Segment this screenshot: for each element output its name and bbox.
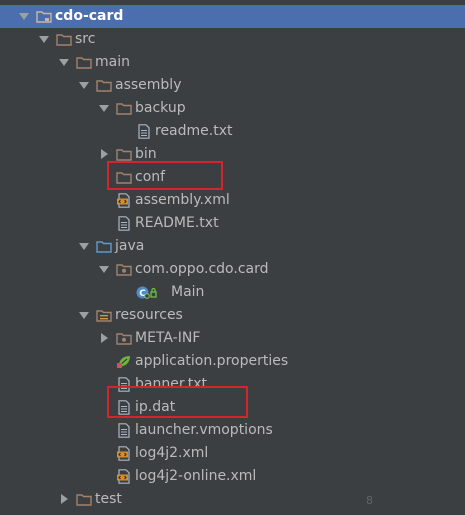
tree-node-label: META-INF [135,330,201,346]
tree-node-bin[interactable]: bin [0,143,465,166]
tree-node-com-oppo-cdo-card[interactable]: com.oppo.cdo.card [0,258,465,281]
source-folder-icon [96,239,112,254]
expand-arrow-icon[interactable] [38,28,50,51]
text-file-icon [116,216,132,231]
folder-icon [116,147,132,162]
tree-node-label: launcher.vmoptions [135,422,273,438]
tree-node-label: java [115,238,145,254]
collapse-arrow-icon[interactable] [98,327,110,350]
tree-node-label: readme.txt [155,123,233,139]
tree-node-label: main [95,54,130,70]
tree-node-assembly[interactable]: assembly [0,74,465,97]
folder-icon [76,492,92,507]
xml-file-icon [116,446,132,461]
tree-node-conf[interactable]: conf [0,166,465,189]
package-icon [116,262,132,277]
corner-mark: 8 [366,494,373,507]
expand-arrow-icon[interactable] [78,304,90,327]
tree-node-src[interactable]: src [0,28,465,51]
package-icon [116,331,132,346]
tree-node-assembly-xml[interactable]: assembly.xml [0,189,465,212]
collapse-arrow-icon[interactable] [58,488,70,511]
text-file-icon [136,124,152,139]
tree-node-label: README.txt [135,215,219,231]
tree-node-label: Main [171,284,205,300]
text-file-icon [116,423,132,438]
expand-arrow-icon[interactable] [78,235,90,258]
xml-file-icon [116,469,132,484]
project-tree: cdo-card src main assembly backup readme.txt b… [0,0,465,515]
module-folder-icon [36,9,52,24]
tree-node-label: test [95,491,122,507]
tree-node-launcher-vmoptions[interactable]: launcher.vmoptions [0,419,465,442]
tree-node-label: assembly.xml [135,192,230,208]
xml-file-icon [116,193,132,208]
tree-node-test[interactable]: test [0,488,465,511]
tree-node-label: backup [135,100,186,116]
annotation-box-conf [107,161,223,190]
resources-folder-icon [96,308,112,323]
folder-icon [56,32,72,47]
tree-node-application-properties[interactable]: application.properties [0,350,465,373]
tree-node-readme-txt[interactable]: README.txt [0,212,465,235]
tree-node-label: cdo-card [55,8,124,24]
tree-node-log4j2-xml[interactable]: log4j2.xml [0,442,465,465]
tree-node-readme-txt[interactable]: readme.txt [0,120,465,143]
tree-node-main[interactable]: main [0,51,465,74]
expand-arrow-icon[interactable] [98,97,110,120]
tree-node-resources[interactable]: resources [0,304,465,327]
tree-node-meta-inf[interactable]: META-INF [0,327,465,350]
folder-icon [76,55,92,70]
annotation-box-ip-dat [107,386,248,418]
tree-node-label: assembly [115,77,182,93]
tree-node-label: com.oppo.cdo.card [135,261,269,277]
tree-node-label: log4j2.xml [135,445,209,461]
expand-arrow-icon[interactable] [78,74,90,97]
tree-node-log4j2-online-xml[interactable]: log4j2-online.xml [0,465,465,488]
spring-properties-icon [116,354,132,369]
tree-node-label: src [75,31,96,47]
tree-node-cdo-card[interactable]: cdo-card [0,5,465,28]
java-class-icon: C [136,285,158,300]
tree-node-label: log4j2-online.xml [135,468,257,484]
tree-node-label: resources [115,307,183,323]
tree-node-label: application.properties [135,353,289,369]
folder-icon [116,101,132,116]
expand-arrow-icon[interactable] [18,5,30,28]
expand-arrow-icon[interactable] [98,258,110,281]
expand-arrow-icon[interactable] [58,51,70,74]
folder-icon [96,78,112,93]
tree-node-backup[interactable]: backup [0,97,465,120]
tree-node-main[interactable]: C Main [0,281,465,304]
tree-node-java[interactable]: java [0,235,465,258]
